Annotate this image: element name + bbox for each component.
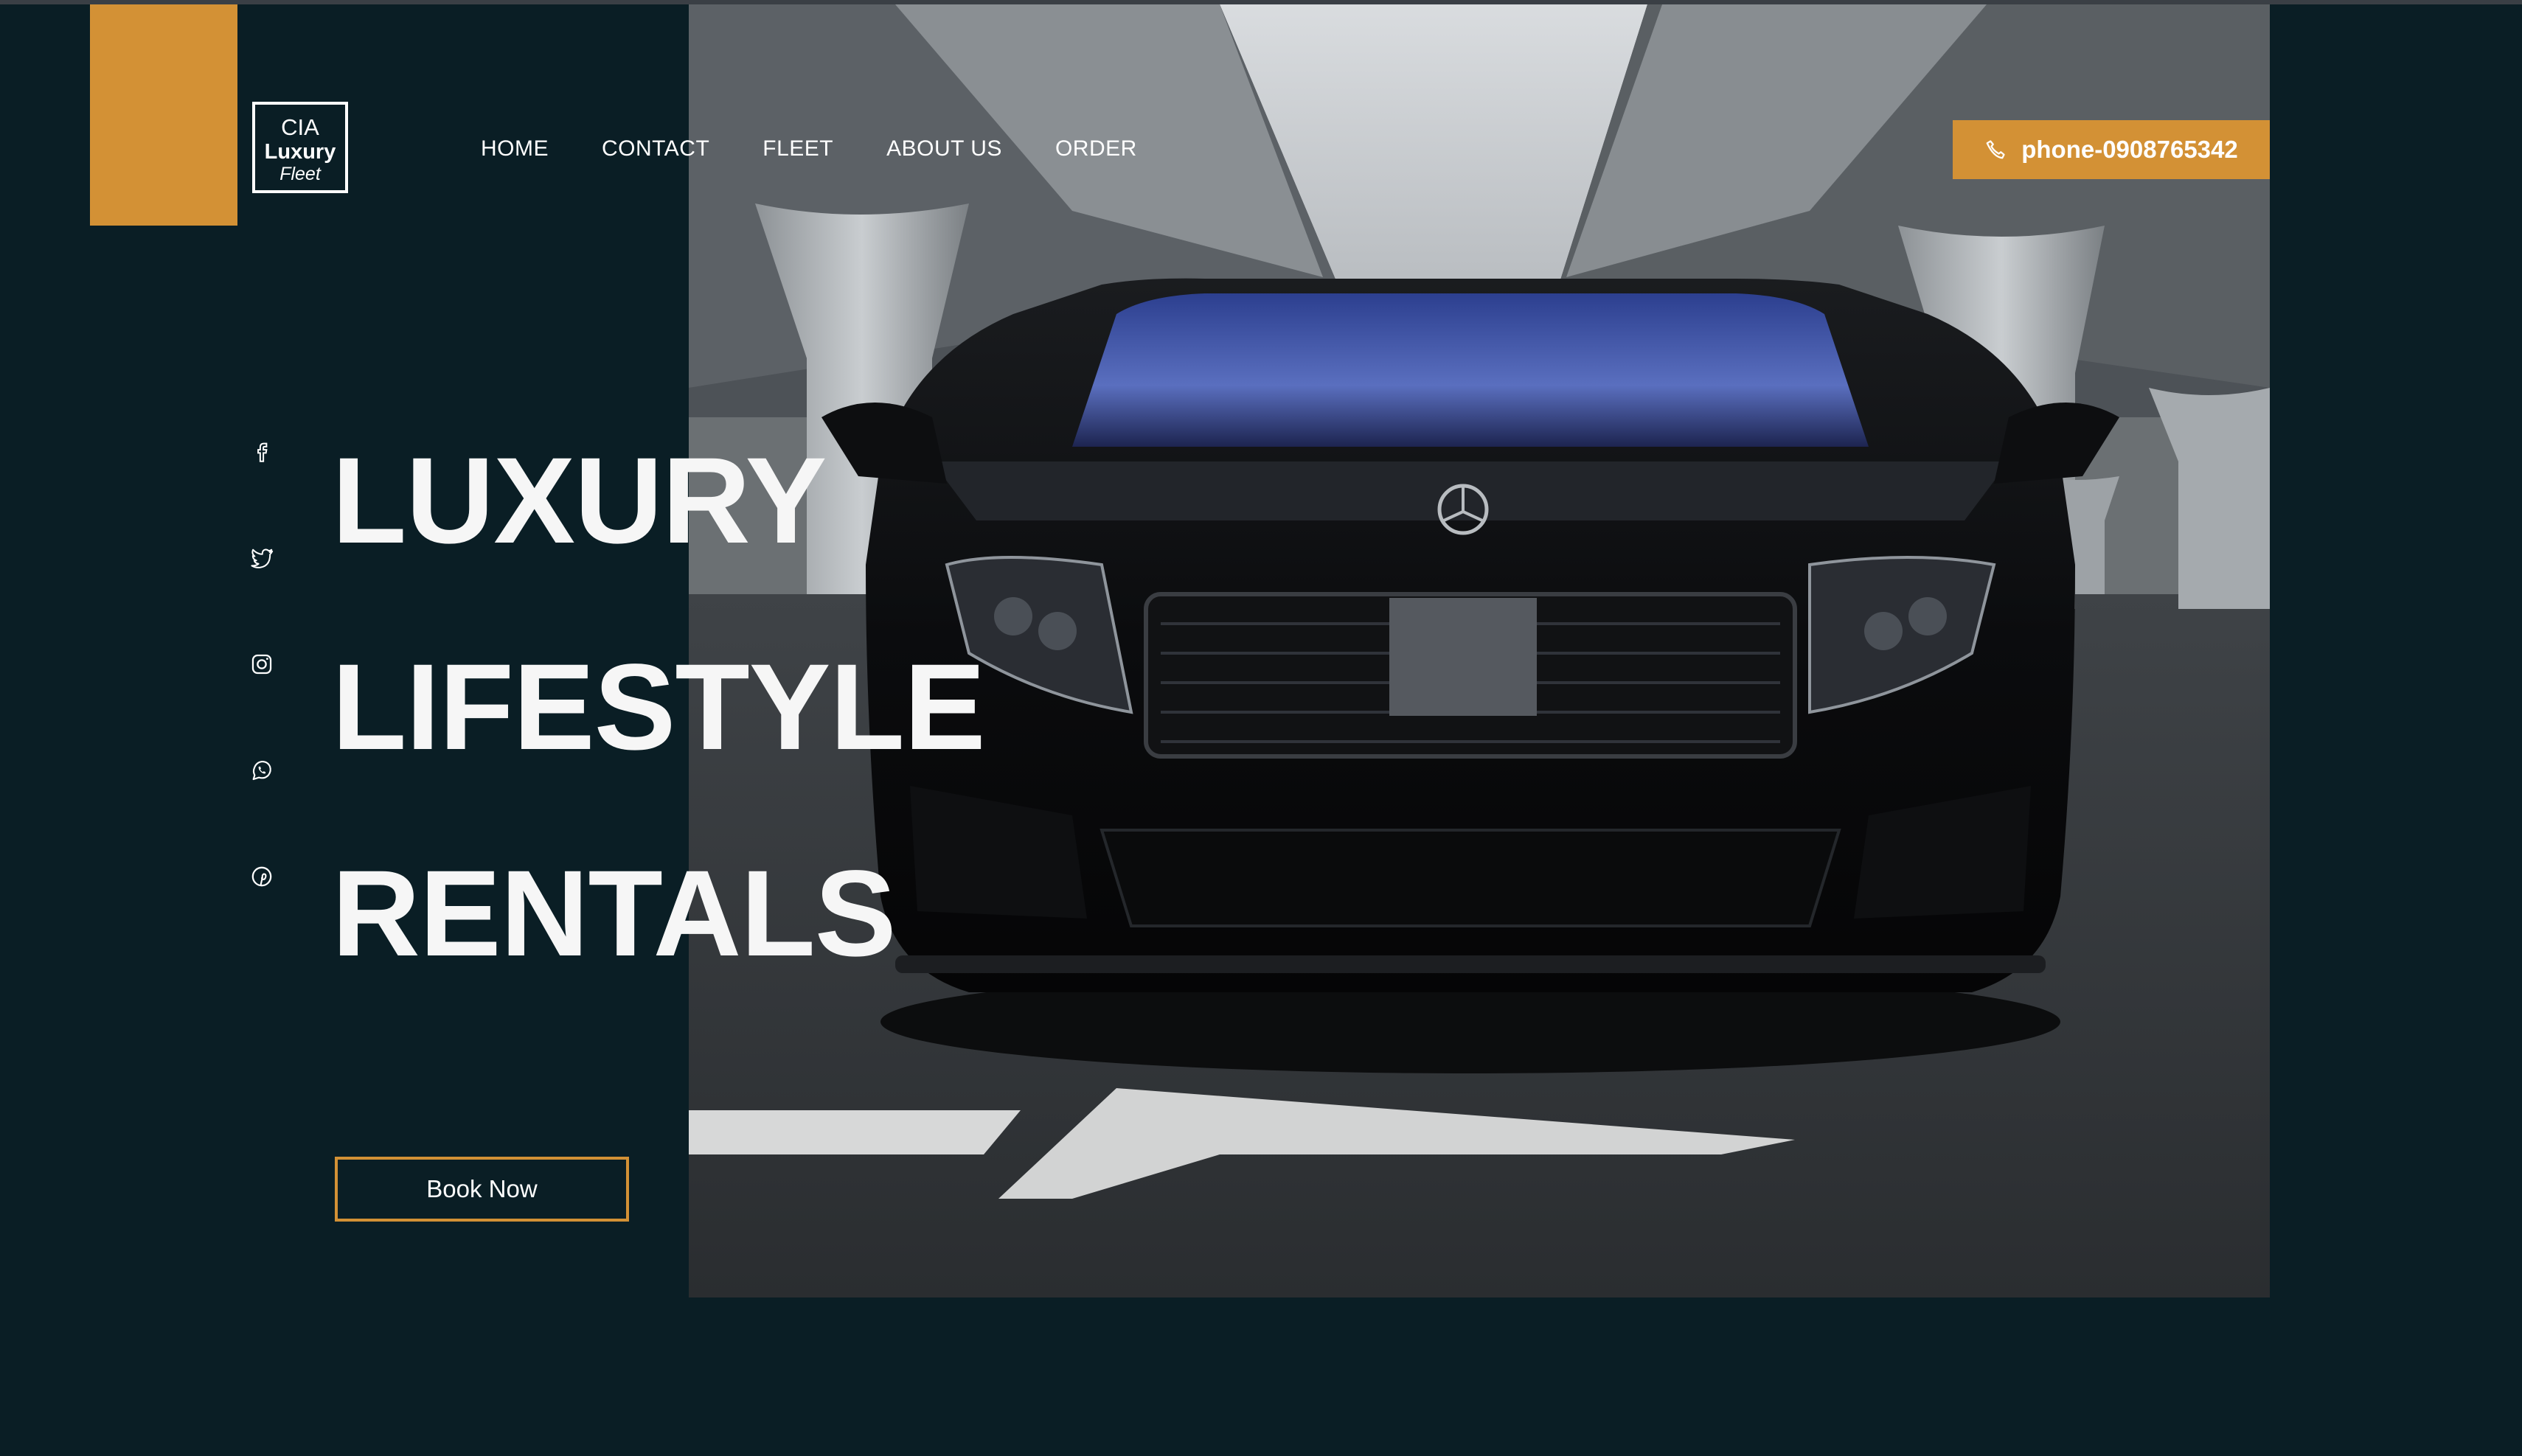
nav-fleet[interactable]: FLEET — [762, 134, 833, 164]
phone-icon — [1986, 140, 2005, 159]
logo-line-1: CIA — [281, 114, 319, 140]
hero-headline: LUXURY LIFESTYLE RENTALS — [332, 398, 986, 1017]
logo[interactable]: CIA Luxury Fleet — [252, 102, 348, 193]
nav-home[interactable]: HOME — [481, 134, 549, 164]
twitter-icon[interactable] — [249, 546, 274, 571]
nav-contact[interactable]: CONTACT — [602, 134, 709, 164]
instagram-icon[interactable] — [249, 652, 274, 677]
logo-line-2: Luxury — [264, 140, 336, 164]
facebook-icon[interactable] — [249, 439, 274, 464]
pinterest-icon[interactable] — [249, 864, 274, 889]
book-now-button[interactable]: Book Now — [335, 1157, 629, 1222]
headline-line-3: RENTALS — [332, 846, 897, 982]
social-links — [249, 439, 279, 970]
nav-about-us[interactable]: ABOUT US — [886, 134, 1002, 164]
main-nav: HOME CONTACT FLEET ABOUT US ORDER — [481, 134, 1190, 164]
nav-order[interactable]: ORDER — [1055, 134, 1137, 164]
headline-line-1: LUXURY — [332, 433, 827, 569]
phone-button[interactable]: phone-0908765342 — [1953, 120, 2270, 179]
whatsapp-icon[interactable] — [249, 758, 274, 783]
phone-label: phone-0908765342 — [2021, 136, 2238, 163]
headline-line-2: LIFESTYLE — [332, 639, 986, 776]
logo-accent-block — [90, 4, 237, 226]
logo-line-3: Fleet — [279, 164, 321, 184]
